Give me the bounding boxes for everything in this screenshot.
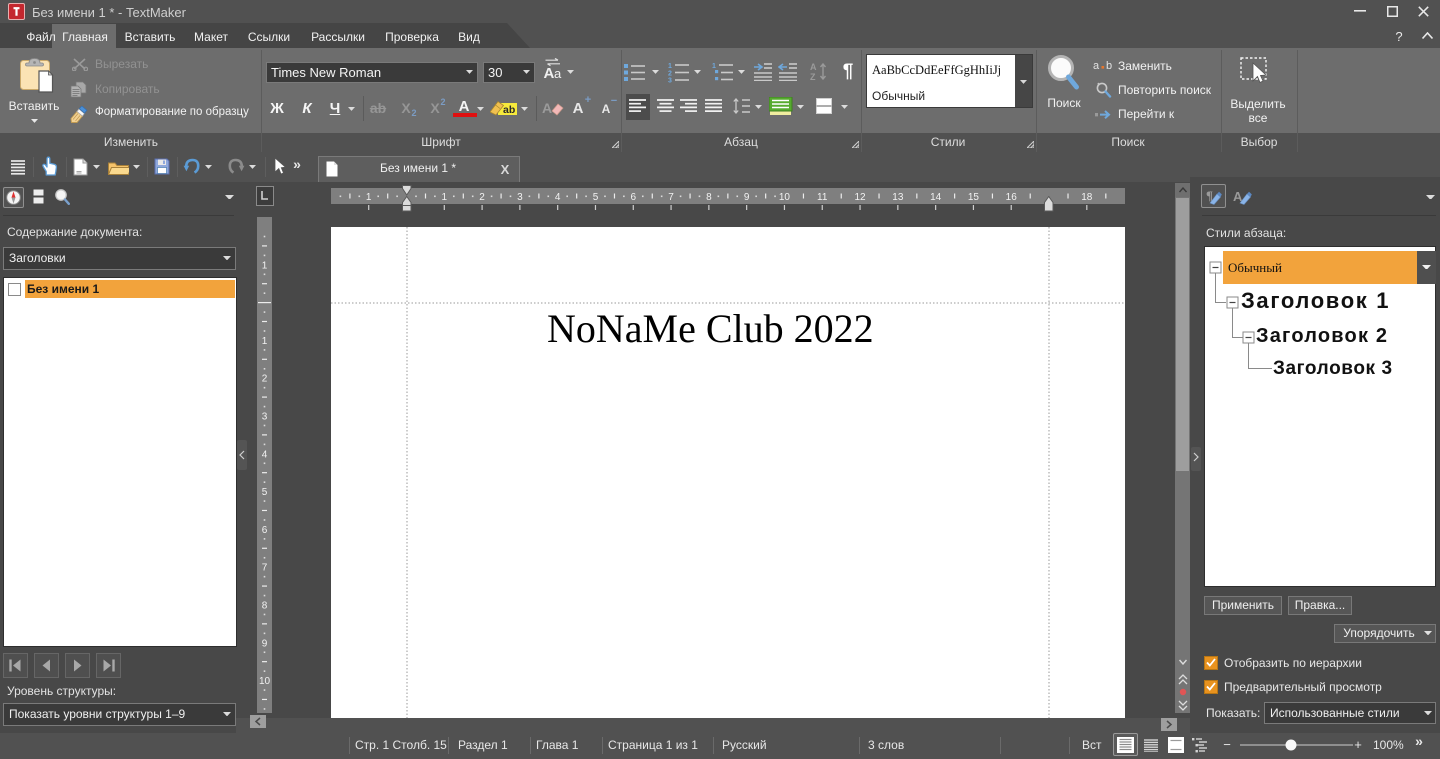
svg-text:15: 15 <box>968 192 980 203</box>
svg-text:1: 1 <box>442 192 448 203</box>
svg-text:b: b <box>1106 60 1112 72</box>
svg-text:5: 5 <box>593 192 599 203</box>
svg-text:5: 5 <box>262 487 268 498</box>
svg-text:2: 2 <box>479 192 485 203</box>
svg-text:2: 2 <box>262 374 268 385</box>
svg-text:1: 1 <box>262 336 268 347</box>
svg-text:14: 14 <box>930 192 942 203</box>
svg-text:1: 1 <box>668 63 672 70</box>
svg-text:18: 18 <box>1081 192 1093 203</box>
svg-text:1: 1 <box>712 63 716 70</box>
svg-text:1: 1 <box>262 260 268 271</box>
svg-text:3: 3 <box>262 411 268 422</box>
svg-text:3: 3 <box>517 192 523 203</box>
svg-text:1: 1 <box>366 192 372 203</box>
svg-text:a: a <box>554 66 562 80</box>
svg-text:10: 10 <box>259 676 271 687</box>
svg-text:6: 6 <box>630 192 636 203</box>
svg-text:16: 16 <box>1006 192 1018 203</box>
svg-text:2: 2 <box>668 71 672 78</box>
svg-text:13: 13 <box>892 192 904 203</box>
svg-text:8: 8 <box>262 600 268 611</box>
svg-text:7: 7 <box>262 563 268 574</box>
svg-text:12: 12 <box>854 192 866 203</box>
svg-text:A: A <box>810 62 817 72</box>
svg-text:4: 4 <box>555 192 561 203</box>
svg-text:A: A <box>544 65 555 80</box>
svg-text:9: 9 <box>744 192 750 203</box>
svg-text:8: 8 <box>706 192 712 203</box>
svg-text:a: a <box>1093 60 1100 72</box>
svg-text:3: 3 <box>668 78 672 84</box>
svg-text:ab: ab <box>503 104 515 116</box>
svg-text:10: 10 <box>779 192 791 203</box>
svg-text:6: 6 <box>262 525 268 536</box>
svg-text:9: 9 <box>262 638 268 649</box>
svg-text:7: 7 <box>668 192 674 203</box>
svg-text:А: А <box>542 100 552 116</box>
svg-text:4: 4 <box>262 449 268 460</box>
svg-text:11: 11 <box>817 192 828 203</box>
svg-text:Z: Z <box>810 72 816 82</box>
